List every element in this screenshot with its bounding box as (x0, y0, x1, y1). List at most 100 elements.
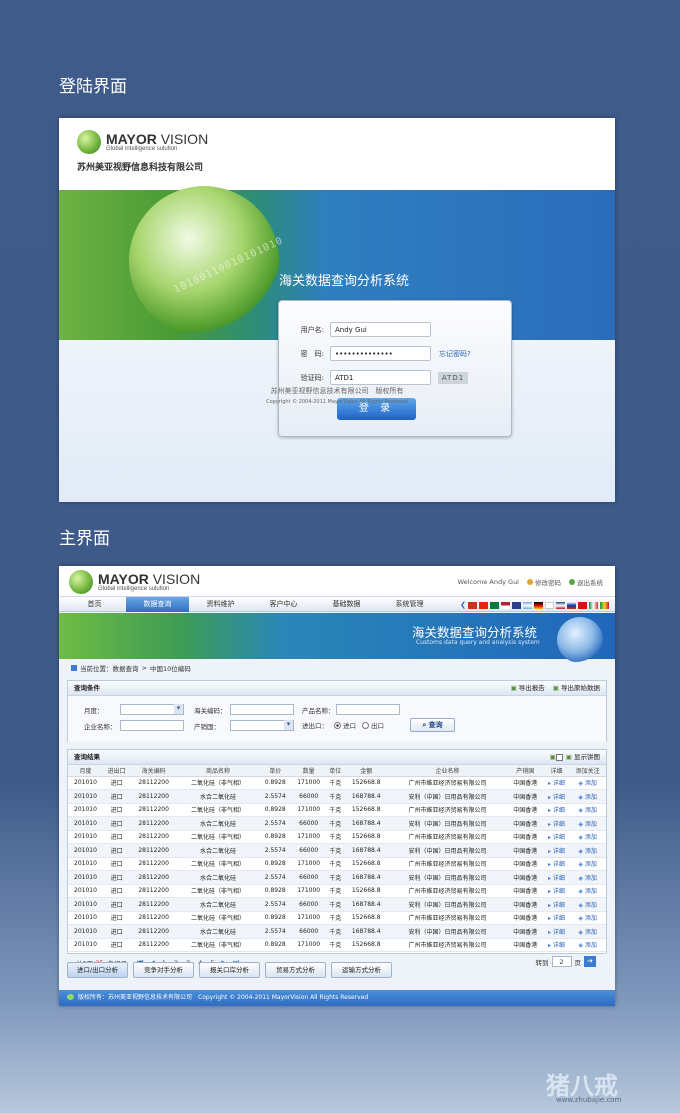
table-cell: 2.5574 (259, 870, 292, 885)
flag-icon[interactable] (479, 601, 488, 609)
tab-customer-center[interactable]: 客户中心 (252, 597, 315, 612)
breadcrumb-current-location[interactable]: 当前位置：数据查询 (80, 663, 139, 673)
change-password-link[interactable]: 修改密码 (527, 577, 561, 587)
brand-name-light: VISION (152, 571, 201, 587)
goto-page-input[interactable]: 2 (551, 956, 572, 967)
add-watch-link[interactable]: 添加 (569, 870, 606, 885)
origin-country-select[interactable] (230, 720, 294, 731)
flag-icon[interactable] (589, 601, 598, 609)
detail-link[interactable]: 详细 (543, 830, 570, 844)
captcha-image[interactable]: ATD1 (438, 371, 468, 384)
table-cell: 201010 (68, 816, 103, 831)
add-watch-link[interactable]: 添加 (569, 897, 606, 912)
table-cell: 千克 (326, 938, 345, 952)
detail-link[interactable]: 详细 (543, 857, 570, 871)
table-cell: 168788.4 (344, 789, 389, 804)
add-watch-link[interactable]: 添加 (569, 884, 606, 898)
flag-icon[interactable] (556, 601, 565, 609)
checkbox-icon[interactable] (555, 754, 563, 761)
add-watch-link[interactable]: 添加 (569, 843, 606, 858)
export-radio[interactable] (362, 721, 369, 729)
tab-port-analysis[interactable]: 报关口岸分析 (199, 962, 260, 978)
table-cell: 安利（中国）日用品有限公司 (388, 924, 507, 939)
add-watch-link[interactable]: 添加 (569, 789, 606, 804)
column-header: 单位 (326, 765, 345, 777)
forgot-password-link[interactable]: 忘记密码? (439, 349, 471, 359)
origin-country-label: 产销国： (194, 722, 220, 731)
tab-basic-data[interactable]: 基础数据 (315, 597, 378, 612)
month-select[interactable] (120, 704, 184, 715)
add-watch-link[interactable]: 添加 (569, 803, 606, 817)
detail-link[interactable]: 详细 (543, 776, 570, 790)
tab-competitor-analysis[interactable]: 竞争对手分析 (133, 962, 194, 978)
hs-code-input[interactable] (230, 704, 294, 715)
table-cell: 进口 (102, 897, 131, 912)
flag-icon[interactable] (567, 601, 576, 609)
add-watch-link[interactable]: 添加 (569, 830, 606, 844)
table-cell: 进口 (102, 830, 131, 844)
table-cell: 中国香港 (506, 843, 544, 858)
detail-link[interactable]: 详细 (543, 803, 570, 817)
login-screen: MAYOR VISION Global intelligence solutio… (59, 118, 615, 502)
captcha-field[interactable]: ATD1 (330, 370, 431, 385)
password-label: 密 码: (300, 349, 324, 358)
table-row: 201010 进口 28112200 二氧化硅（非气相） 0.8928 171000 千克 1… (68, 776, 606, 790)
table-cell: 28112200 (130, 870, 177, 885)
table-cell: 152668.8 (344, 776, 389, 790)
flag-icon[interactable] (523, 601, 532, 609)
detail-link[interactable]: 详细 (543, 938, 570, 952)
go-arrow-icon[interactable]: ➔ (584, 956, 596, 967)
import-radio[interactable] (334, 721, 341, 729)
company-name-input[interactable] (120, 720, 184, 731)
detail-link[interactable]: 详细 (543, 911, 570, 925)
tab-home[interactable]: 首页 (63, 597, 126, 612)
table-cell: 2.5574 (259, 843, 292, 858)
tab-trade-mode-analysis[interactable]: 贸易方式分析 (265, 962, 326, 978)
search-button[interactable]: ⌕ 查询 (410, 718, 455, 732)
detail-link[interactable]: 详细 (543, 924, 570, 939)
tab-system-admin[interactable]: 系统管理 (378, 597, 441, 612)
breadcrumb: 当前位置：数据查询 > 中国10位编码 (71, 663, 191, 673)
detail-link[interactable]: 详细 (543, 843, 570, 858)
add-watch-link[interactable]: 添加 (569, 911, 606, 925)
product-name-input[interactable] (336, 704, 400, 715)
detail-link[interactable]: 详细 (543, 816, 570, 831)
table-cell: 201010 (68, 776, 103, 790)
table-cell: 28112200 (130, 789, 177, 804)
table-cell: 28112200 (130, 884, 177, 898)
logout-link[interactable]: 退出系统 (569, 577, 603, 587)
flag-icon[interactable] (490, 601, 499, 609)
detail-link[interactable]: 详细 (543, 884, 570, 898)
detail-link[interactable]: 详细 (543, 789, 570, 804)
flag-icon[interactable] (534, 601, 543, 609)
detail-link[interactable]: 详细 (543, 870, 570, 885)
tab-transport-mode-analysis[interactable]: 运输方式分析 (331, 962, 392, 978)
logo: MAYOR VISION Global intelligence solutio… (69, 570, 200, 594)
table-cell: 进口 (102, 843, 131, 858)
add-watch-link[interactable]: 添加 (569, 857, 606, 871)
add-watch-link[interactable]: 添加 (569, 924, 606, 939)
tab-import-export-analysis[interactable]: 进口/出口分析 (67, 962, 128, 978)
table-cell: 中国香港 (506, 911, 544, 925)
flag-icon[interactable] (600, 601, 609, 609)
detail-link[interactable]: 详细 (543, 897, 570, 912)
tab-data-query[interactable]: 数据查询 (126, 596, 189, 612)
chevron-left-icon[interactable]: ❮ (460, 601, 466, 609)
import-export-label: 进出口： (302, 722, 328, 730)
tab-data-maintenance[interactable]: 资料维护 (189, 597, 252, 612)
flag-icon[interactable] (545, 601, 554, 609)
add-watch-link[interactable]: 添加 (569, 938, 606, 952)
export-raw-button[interactable]: 导出原始数据 (553, 681, 600, 696)
flag-icon[interactable] (501, 601, 510, 609)
table-cell: 28112200 (130, 857, 177, 871)
password-field[interactable]: •••••••••••••• (330, 346, 431, 361)
flag-icon[interactable] (578, 601, 587, 609)
export-report-button[interactable]: 导出报告 (511, 681, 545, 696)
add-watch-link[interactable]: 添加 (569, 816, 606, 831)
add-watch-link[interactable]: 添加 (569, 776, 606, 790)
flag-icon[interactable] (468, 601, 477, 609)
show-pie-chart-toggle[interactable]: 显示饼图 (550, 750, 600, 765)
table-cell: 2.5574 (259, 789, 292, 804)
username-field[interactable]: Andy Gui (330, 322, 431, 337)
flag-icon[interactable] (512, 601, 521, 609)
